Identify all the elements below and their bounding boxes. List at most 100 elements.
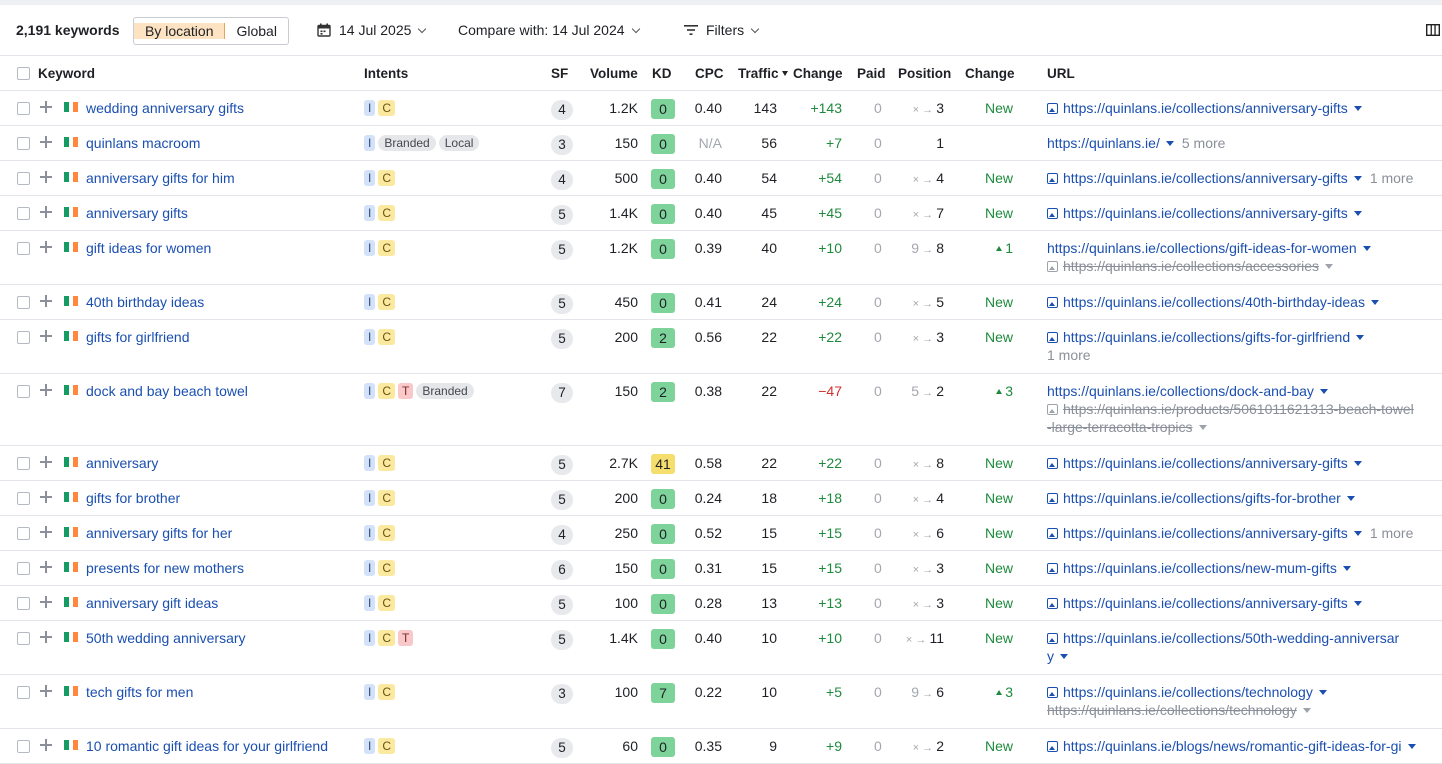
row-checkbox[interactable] <box>17 597 30 610</box>
col-sf[interactable]: SF <box>551 56 568 90</box>
keyword-link[interactable]: anniversary gift ideas <box>86 594 218 612</box>
url-cell[interactable]: https://quinlans.ie/blogs/news/romantic-… <box>1047 737 1416 755</box>
col-volume[interactable]: Volume <box>590 56 638 90</box>
row-checkbox[interactable] <box>17 137 30 150</box>
url-link[interactable]: https://quinlans.ie/collections/gift-ide… <box>1047 240 1357 256</box>
dropdown-arrow-icon[interactable] <box>1325 264 1334 269</box>
row-checkbox[interactable] <box>17 492 30 505</box>
dropdown-arrow-icon[interactable] <box>1362 246 1371 251</box>
keyword-link[interactable]: anniversary gifts <box>86 204 188 222</box>
url-link[interactable]: https://quinlans.ie/collections/new-mum-… <box>1063 560 1337 576</box>
dropdown-arrow-icon[interactable] <box>1356 335 1365 340</box>
row-checkbox[interactable] <box>17 331 30 344</box>
keyword-link[interactable]: quinlans macroom <box>86 134 200 152</box>
url-link[interactable]: https://quinlans.ie/collections/40th-bir… <box>1063 294 1365 310</box>
keyword-link[interactable]: 10 romantic gift ideas for your girlfrie… <box>86 737 328 755</box>
serp-features-badge[interactable]: 4 <box>551 100 573 120</box>
url-cell[interactable]: https://quinlans.ie/collections/annivers… <box>1047 204 1362 222</box>
dropdown-arrow-icon[interactable] <box>1302 708 1311 713</box>
col-position-change[interactable]: Change <box>965 56 1015 90</box>
row-checkbox[interactable] <box>17 457 30 470</box>
col-intents[interactable]: Intents <box>364 56 408 90</box>
url-cell[interactable]: https://quinlans.ie/collections/gift-ide… <box>1047 239 1371 257</box>
row-checkbox[interactable] <box>17 686 30 699</box>
keyword-link[interactable]: wedding anniversary gifts <box>86 99 244 117</box>
plus-icon[interactable] <box>40 384 52 396</box>
row-checkbox[interactable] <box>17 296 30 309</box>
select-all-checkbox[interactable] <box>17 67 30 80</box>
row-checkbox[interactable] <box>17 102 30 115</box>
url-cell[interactable]: https://quinlans.ie/collections/annivers… <box>1047 524 1413 542</box>
url-cell[interactable]: https://quinlans.ie/collections/annivers… <box>1047 169 1413 187</box>
more-urls-link[interactable]: 1 more <box>1047 346 1091 364</box>
serp-features-badge[interactable]: 4 <box>551 170 573 190</box>
plus-icon[interactable] <box>40 295 52 307</box>
url-link[interactable]: https://quinlans.ie/collections/gifts-fo… <box>1063 490 1341 506</box>
url-cell[interactable]: https://quinlans.ie/collections/50th-wed… <box>1047 629 1399 647</box>
plus-icon[interactable] <box>40 685 52 697</box>
plus-icon[interactable] <box>40 136 52 148</box>
url-link[interactable]: https://quinlans.ie/collections/annivers… <box>1063 525 1348 541</box>
url-link[interactable]: https://quinlans.ie/collections/annivers… <box>1063 595 1348 611</box>
global-button[interactable]: Global <box>225 23 287 39</box>
url-link[interactable]: https://quinlans.ie/collections/technolo… <box>1063 684 1313 700</box>
col-paid[interactable]: Paid <box>857 56 886 90</box>
more-urls-link[interactable]: 1 more <box>1370 170 1414 186</box>
serp-features-badge[interactable]: 4 <box>551 525 573 545</box>
dropdown-arrow-icon[interactable] <box>1165 141 1174 146</box>
plus-icon[interactable] <box>40 241 52 253</box>
url-cell[interactable]: https://quinlans.ie/collections/technolo… <box>1047 683 1327 701</box>
url-link[interactable]: https://quinlans.ie/ <box>1047 135 1160 151</box>
plus-icon[interactable] <box>40 631 52 643</box>
dropdown-arrow-icon[interactable] <box>1353 601 1362 606</box>
url-link[interactable]: https://quinlans.ie/collections/annivers… <box>1063 205 1348 221</box>
url-cell[interactable]: https://quinlans.ie/collections/annivers… <box>1047 99 1362 117</box>
url-link[interactable]: https://quinlans.ie/collections/dock-and… <box>1047 383 1314 399</box>
dropdown-arrow-icon[interactable] <box>1353 461 1362 466</box>
keyword-link[interactable]: 50th wedding anniversary <box>86 629 246 647</box>
columns-button[interactable] <box>1426 5 1440 55</box>
url-cell[interactable]: https://quinlans.ie/collections/new-mum-… <box>1047 559 1351 577</box>
serp-features-badge[interactable]: 3 <box>551 684 573 704</box>
keyword-link[interactable]: gift ideas for women <box>86 239 211 257</box>
col-url[interactable]: URL <box>1047 56 1075 90</box>
url-link[interactable]: https://quinlans.ie/collections/gifts-fo… <box>1063 329 1350 345</box>
col-cpc[interactable]: CPC <box>695 56 724 90</box>
col-kd[interactable]: KD <box>652 56 672 90</box>
url-cell[interactable]: https://quinlans.ie/collections/annivers… <box>1047 454 1362 472</box>
url-link[interactable]: https://quinlans.ie/collections/annivers… <box>1063 455 1348 471</box>
serp-features-badge[interactable]: 7 <box>551 383 573 403</box>
url-cell[interactable]: https://quinlans.ie/collections/40th-bir… <box>1047 293 1379 311</box>
plus-icon[interactable] <box>40 206 52 218</box>
dropdown-arrow-icon[interactable] <box>1342 566 1351 571</box>
keyword-link[interactable]: gifts for girlfriend <box>86 328 189 346</box>
dropdown-arrow-icon[interactable] <box>1370 300 1379 305</box>
keyword-link[interactable]: gifts for brother <box>86 489 180 507</box>
dropdown-arrow-icon[interactable] <box>1346 496 1355 501</box>
keyword-link[interactable]: presents for new mothers <box>86 559 244 577</box>
url-cell[interactable]: https://quinlans.ie/collections/gifts-fo… <box>1047 489 1355 507</box>
row-checkbox[interactable] <box>17 385 30 398</box>
plus-icon[interactable] <box>40 561 52 573</box>
url-link[interactable]: https://quinlans.ie/collections/50th-wed… <box>1063 630 1399 646</box>
by-location-button[interactable]: By location <box>134 23 226 39</box>
serp-features-badge[interactable]: 5 <box>551 455 573 475</box>
dropdown-arrow-icon[interactable] <box>1319 389 1328 394</box>
url-cell[interactable]: https://quinlans.ie/5 more <box>1047 134 1225 152</box>
serp-features-badge[interactable]: 5 <box>551 595 573 615</box>
url-link-continuation[interactable]: y <box>1047 647 1068 665</box>
keyword-link[interactable]: anniversary <box>86 454 158 472</box>
dropdown-arrow-icon[interactable] <box>1060 654 1068 659</box>
dropdown-arrow-icon[interactable] <box>1353 176 1362 181</box>
col-traffic[interactable]: Traffic <box>738 56 788 90</box>
dropdown-arrow-icon[interactable] <box>1407 744 1416 749</box>
serp-features-badge[interactable]: 5 <box>551 738 573 758</box>
dropdown-arrow-icon[interactable] <box>1198 425 1207 430</box>
keyword-link[interactable]: anniversary gifts for her <box>86 524 232 542</box>
more-urls-link[interactable]: 5 more <box>1182 135 1226 151</box>
row-checkbox[interactable] <box>17 740 30 753</box>
plus-icon[interactable] <box>40 596 52 608</box>
url-link[interactable]: https://quinlans.ie/collections/annivers… <box>1063 170 1348 186</box>
dropdown-arrow-icon[interactable] <box>1353 106 1362 111</box>
keyword-link[interactable]: tech gifts for men <box>86 683 193 701</box>
